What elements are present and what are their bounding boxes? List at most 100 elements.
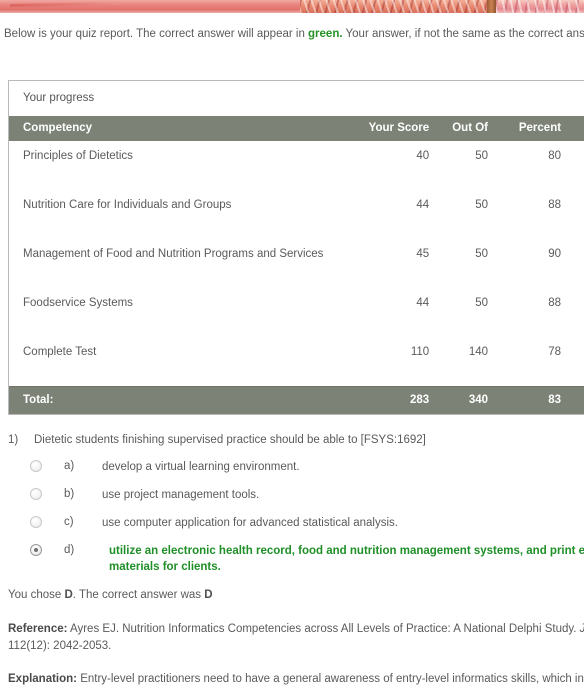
radio-button-selected-icon[interactable] xyxy=(30,544,42,556)
cell-total-percent: 83 xyxy=(492,386,566,414)
table-row: Management of Food and Nutrition Program… xyxy=(9,239,584,288)
cell-competency: Nutrition Care for Individuals and Group… xyxy=(9,190,344,239)
cell-your-score: 44 xyxy=(343,190,434,239)
column-header-your-score: Your Score xyxy=(343,116,434,141)
option-text-correct: utilize an electronic health record, foo… xyxy=(109,545,584,573)
question-number: 1) xyxy=(8,434,19,446)
column-header-out-of: Out Of xyxy=(433,116,492,141)
intro-part-2: Your answer, if not the same as the corr… xyxy=(345,28,584,40)
question-review-block: 1) Dietetic students finishing supervise… xyxy=(0,432,584,688)
cell-percent: 78 xyxy=(492,337,566,387)
cell-out-of: 50 xyxy=(433,239,492,288)
progress-table-body: Principles of Dietetics 40 50 80 View Fe… xyxy=(9,141,584,414)
banner-left-stripe xyxy=(0,0,300,13)
cell-total-link xyxy=(565,386,584,414)
cell-competency: Management of Food and Nutrition Program… xyxy=(9,239,344,288)
progress-table: Competency Your Score Out Of Percent Lin… xyxy=(9,116,584,414)
progress-header-row: Competency Your Score Out Of Percent Lin… xyxy=(9,116,584,141)
table-row: Principles of Dietetics 40 50 80 View Fe… xyxy=(9,141,584,190)
cell-percent: 80 xyxy=(492,141,566,190)
cell-your-score: 110 xyxy=(343,337,434,387)
chose-prefix: You chose xyxy=(8,589,65,601)
cell-links: View Feedback Redo Test xyxy=(565,239,584,288)
intro-part-1: Below is your quiz report. The correct a… xyxy=(4,28,309,40)
radio-button-icon[interactable] xyxy=(30,460,42,472)
radio-button-icon[interactable] xyxy=(30,516,42,528)
cell-percent: 90 xyxy=(492,239,566,288)
view-feedback-link[interactable]: View Feedback xyxy=(565,346,584,361)
table-row: Complete Test 110 140 78 View Feedback R… xyxy=(9,337,584,387)
cell-total-label: Total: xyxy=(9,386,344,414)
intro-green-keyword: green. xyxy=(308,28,343,40)
cell-your-score: 45 xyxy=(343,239,434,288)
radio-button-icon[interactable] xyxy=(30,488,42,500)
column-header-percent: Percent xyxy=(492,116,566,141)
reference-journal: J Acad Nutr Diet xyxy=(580,623,584,635)
redo-test-link[interactable]: Redo Test xyxy=(565,165,584,180)
option-text: use computer application for advanced st… xyxy=(102,517,398,529)
progress-panel-caption: Your progress xyxy=(9,81,584,116)
answer-option-b[interactable]: b) use project management tools. xyxy=(0,487,584,503)
cell-your-score: 40 xyxy=(343,141,434,190)
cell-out-of: 140 xyxy=(433,337,492,387)
option-letter: c) xyxy=(64,516,74,528)
quiz-report-page: Below is your quiz report. The correct a… xyxy=(0,0,584,688)
answer-option-c[interactable]: c) use computer application for advanced… xyxy=(0,515,584,531)
site-banner-image xyxy=(0,0,584,13)
table-row: Foodservice Systems 44 50 88 View Feedba… xyxy=(9,288,584,337)
explanation-text: Entry-level practitioners need to have a… xyxy=(77,673,584,685)
cell-competency: Complete Test xyxy=(9,337,344,387)
cell-percent: 88 xyxy=(492,190,566,239)
answer-option-a[interactable]: a) develop a virtual learning environmen… xyxy=(0,459,584,475)
cell-competency: Principles of Dietetics xyxy=(9,141,344,190)
view-feedback-link[interactable]: View Feedback xyxy=(565,199,584,214)
cell-out-of: 50 xyxy=(433,141,492,190)
banner-foliage-mid xyxy=(300,0,490,13)
progress-panel: Your progress Competency Your Score Out … xyxy=(8,80,584,415)
progress-total-row: Total: 283 340 83 xyxy=(9,386,584,414)
cell-links: View Feedback Redo Test xyxy=(565,288,584,337)
redo-test-link[interactable]: Redo Test xyxy=(565,214,584,229)
view-feedback-link[interactable]: View Feedback xyxy=(565,248,584,263)
option-text: use project management tools. xyxy=(102,489,260,501)
view-feedback-link[interactable]: View Feedback xyxy=(565,150,584,165)
reference-block: Reference: Ayres EJ. Nutrition Informati… xyxy=(8,621,584,655)
banner-foliage-right xyxy=(496,0,584,13)
redo-test-link[interactable]: Redo Test xyxy=(565,263,584,278)
column-header-link: Link xyxy=(565,116,584,141)
column-header-competency: Competency xyxy=(9,116,344,141)
option-letter: b) xyxy=(64,488,75,500)
question-stem-row: 1) Dietetic students finishing supervise… xyxy=(0,432,584,448)
report-intro-text: Below is your quiz report. The correct a… xyxy=(4,26,584,43)
cell-total-your-score: 283 xyxy=(343,386,434,414)
option-text: develop a virtual learning environment. xyxy=(102,461,300,473)
cell-your-score: 44 xyxy=(343,288,434,337)
cell-total-out-of: 340 xyxy=(433,386,492,414)
answer-options-list: a) develop a virtual learning environmen… xyxy=(0,459,584,575)
reference-text: Ayres EJ. Nutrition Informatics Competen… xyxy=(67,623,580,635)
cell-links: View Feedback Redo Test xyxy=(565,190,584,239)
correct-letter: D xyxy=(204,589,213,601)
progress-table-head: Competency Your Score Out Of Percent Lin… xyxy=(9,116,584,141)
explanation-label: Explanation: xyxy=(8,673,78,685)
redo-test-link[interactable]: Redo Test xyxy=(565,361,584,376)
chose-letter: D xyxy=(64,589,73,601)
chosen-answer-summary: You chose D. The correct answer was D xyxy=(8,587,584,603)
explanation-block: Explanation: Entry-level practitioners n… xyxy=(8,671,584,688)
reference-label: Reference: xyxy=(8,623,68,635)
cell-out-of: 50 xyxy=(433,288,492,337)
cell-competency: Foodservice Systems xyxy=(9,288,344,337)
question-stem: Dietetic students finishing supervised p… xyxy=(34,434,426,446)
option-letter: d) xyxy=(64,544,75,556)
banner-tree-trunk xyxy=(487,0,496,13)
chose-middle: . The correct answer was xyxy=(72,589,205,601)
view-feedback-link[interactable]: View Feedback xyxy=(565,297,584,312)
cell-links: View Feedback Redo Test xyxy=(565,337,584,387)
cell-out-of: 50 xyxy=(433,190,492,239)
answer-option-d[interactable]: d) utilize an electronic health record, … xyxy=(0,543,584,575)
cell-links: View Feedback Redo Test xyxy=(565,141,584,190)
cell-percent: 88 xyxy=(492,288,566,337)
option-letter: a) xyxy=(64,460,75,472)
table-row: Nutrition Care for Individuals and Group… xyxy=(9,190,584,239)
redo-test-link[interactable]: Redo Test xyxy=(565,312,584,327)
